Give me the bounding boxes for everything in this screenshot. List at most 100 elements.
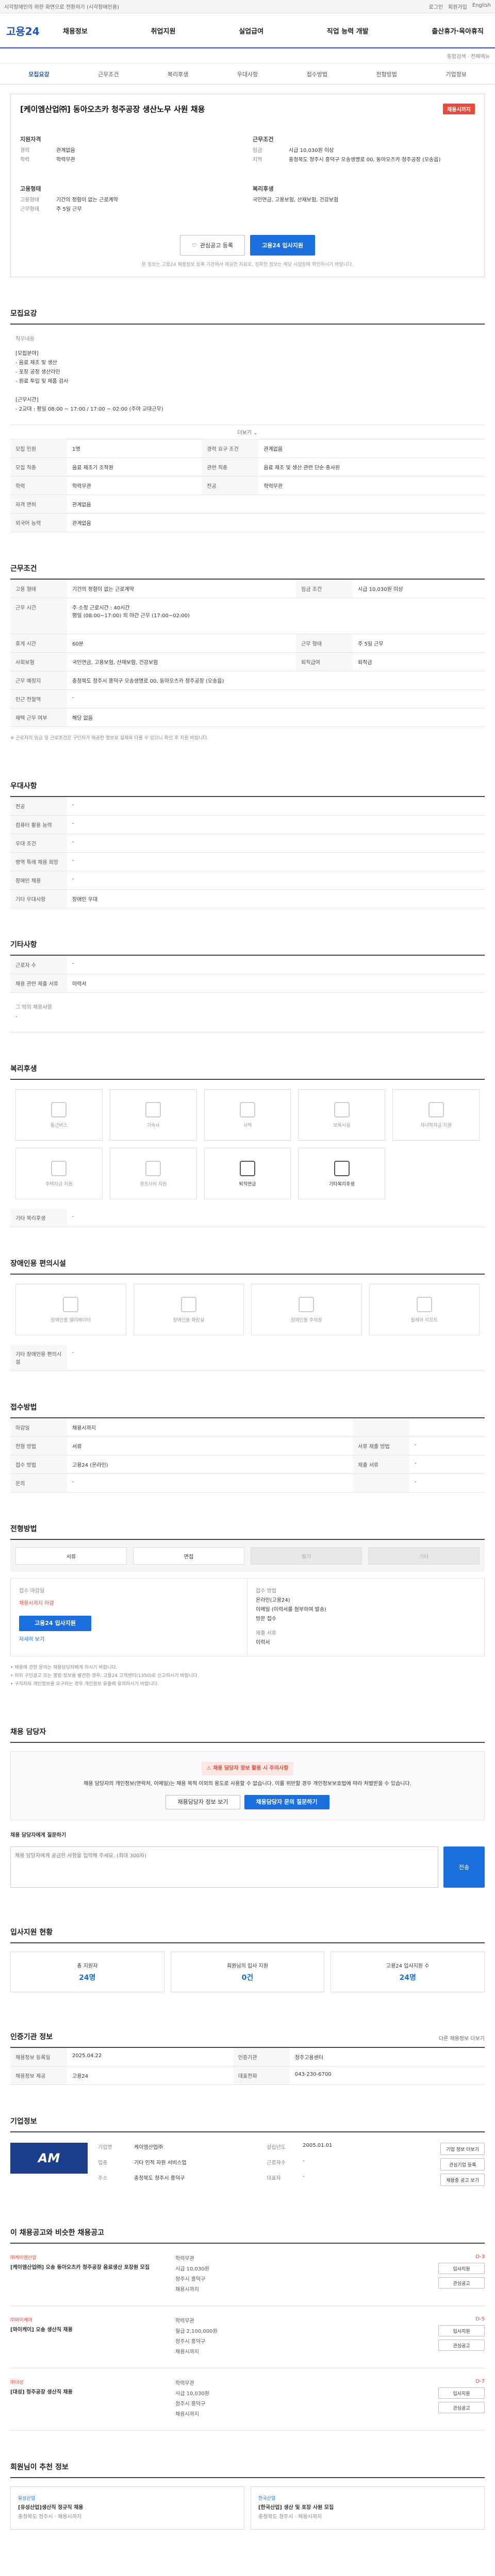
info-value: 2005.01.01 [303,2143,333,2148]
panel-apply-button[interactable]: 고용24 입사지원 [19,1616,91,1631]
nav-unemployment-benefit[interactable]: 실업급여 [239,26,263,36]
row-key: 휴게 시간 [10,634,67,653]
rec-title[interactable]: [와이케이] 오송 생산직 채용 [10,2326,165,2334]
row-value: 관계없음 [258,439,485,458]
apply-button[interactable]: 고용24 입사지원 [250,235,315,256]
section-title: 복리후생 [10,1065,37,1073]
site-logo[interactable]: 고용24 [6,23,63,38]
signup-link[interactable]: 회원가입 [448,3,467,10]
row-value: - [67,852,485,871]
inquiry-contact-button[interactable]: 채용담당자 문의 질문하기 [244,1795,329,1809]
welfare-other-table: 기타 복리후생 - [10,1209,485,1227]
row-value: 충청북도 청주시 흥덕구 오송생명로 00, 동아오츠카 청주공장 (오송읍) [67,671,485,690]
rec-apply-button[interactable]: 입사지원 [438,2325,485,2336]
rec-title[interactable]: [케이엠산업㈜] 오송 동아오츠카 청주공장 음료생산 포장원 모집 [10,2264,165,2272]
facility-label: 장애인용 엘리베이터 [51,1317,91,1323]
nav-parental-leave[interactable]: 출산휴가·육아휴직 [432,26,484,36]
rec-detail: 시급 10,030원 [175,2266,209,2272]
row-key: 자격 면허 [10,495,67,514]
tab-recruit[interactable]: 모집요강 [4,70,74,78]
rec-apply-button[interactable]: 입사지원 [438,2387,485,2399]
kv-value: 학력무관 [56,157,75,163]
welfare-label: 경조사비 지원 [139,1181,167,1187]
tab-screening[interactable]: 전형방법 [352,70,421,78]
panel-detail-link[interactable]: 자세히 보기 [19,1635,239,1645]
info-value: - [303,2174,305,2179]
nav-jobs[interactable]: 채용정보 [63,26,88,36]
company-jobs-button[interactable]: 채용중 공고 보기 [440,2174,485,2186]
conditions-heading: 근무조건 [253,136,274,143]
view-contact-button[interactable]: 채용담당자 정보 보기 [166,1795,240,1809]
section-title: 근무조건 [10,565,37,573]
nav-employment-support[interactable]: 취업지원 [151,26,176,36]
section-preference: 우대사항 전공 - 컴퓨터 활용 능력 - 우대 조건 - 병역 특례 채용 희망 - … [10,781,485,908]
row-key: 퇴직급여 [296,652,353,671]
tab-company[interactable]: 기업정보 [421,70,491,78]
desc-line: - 포장 공정 생산라인 [15,369,60,375]
search-menu-link[interactable]: 통합검색 · 전체메뉴 [447,52,490,60]
inquiry-send-button[interactable]: 전송 [443,1846,485,1888]
row-key: 전공 [202,476,259,495]
facility-label: 휠체어 리프트 [410,1317,438,1323]
welfare-grid: 통근버스 기숙사 사택 보육시설 자녀학자금 지원 주택자금 지원 경조사비 지… [10,1080,485,1209]
row-value: - [409,1436,485,1455]
language-link[interactable]: English [472,3,491,10]
company-follow-button[interactable]: 관심기업 등록 [440,2158,485,2171]
house-icon [239,1101,255,1117]
row-value: 해당 없음 [67,708,485,727]
rec-detail: 학력무관 [175,2256,194,2262]
tab-preference[interactable]: 우대사항 [213,70,283,78]
disability-grid: 장애인용 엘리베이터 장애인용 화장실 장애인용 주차장 휠체어 리프트 [10,1275,485,1345]
row-value: - [409,1473,485,1493]
welfare-item: 경조사비 지원 [109,1148,197,1199]
inquiry-textarea[interactable] [10,1846,438,1888]
row-key: 고용 형태 [10,580,67,598]
kv-key: 고용형태 [20,197,39,203]
welfare-heading: 복리후생 [253,185,274,192]
pick-card[interactable]: 유성산업 [유성산업]생산직 정규직 채용 충청북도 청주시 · 채용시까지 [10,2486,244,2530]
table-row: 접수 방법 고용24 (온라인) 제출 서류 - [10,1455,485,1474]
rec-apply-button[interactable]: 입사지원 [438,2263,485,2274]
more-toggle[interactable]: 더보기 ⌄ [10,425,485,439]
row-value: - [67,1345,485,1371]
list-item[interactable]: ㈜케이엠산업 [케이엠산업㈜] 오송 동아오츠카 청주공장 음료생산 포장원 모집… [10,2244,485,2306]
welfare-item: 보육시설 [298,1089,386,1141]
notes: • 채용에 관한 문의는 채용담당자에게 하시기 바랍니다. • 허위 구인광고… [10,1656,485,1696]
info-value: 기타 인적 자원 서비스업 [134,2160,187,2166]
tab-apply[interactable]: 접수방법 [282,70,352,78]
rec-title[interactable]: [대성] 청주공장 생산직 채용 [10,2388,165,2397]
section-conditions: 근무조건 고용 형태 기간의 정함이 없는 근로계약 임금 조건 시급 10,030원… [10,563,485,750]
row-key: 학력 [10,476,67,495]
info-value: - [303,2158,305,2164]
info-value: 케이엠산업㈜ [134,2145,163,2150]
list-item[interactable]: ㈜대성 [대성] 청주공장 생산직 채용 학력무관 시급 10,030원 청주시 흥덕… [10,2368,485,2431]
deadline-head: 접수 마감일 [19,1588,45,1594]
nav-vocational-training[interactable]: 직업 능력 개발 [327,26,369,36]
rec-scrap-button[interactable]: 관심공고 [438,2277,485,2289]
scholarship-icon [428,1101,444,1117]
tab-welfare[interactable]: 복리후생 [143,70,213,78]
extra-box: 그 밖의 채용사항 - [10,993,485,1032]
rec-detail: 채용시까지 [175,2412,199,2417]
row-value: 장애인 우대 [67,889,485,908]
tab-conditions[interactable]: 근무조건 [74,70,143,78]
list-item[interactable]: ㈜와이케이 [와이케이] 오송 생산직 채용 학력무관 월급 2,100,000원 청… [10,2306,485,2368]
table-row: 채용 관련 제출 서류 이력서 [10,974,485,993]
registration-table: 채용정보 등록일 2025.04.22 인증기관 청주고용센터 채용정보 제공 고용24… [10,2048,485,2085]
conditions-note: ※ 근로자의 임금 및 근로조건은 구인자가 제공한 정보로 실제와 다를 수 … [10,736,209,741]
welfare-label: 기숙사 [146,1123,160,1128]
method-item: 온라인(고용24) [256,1598,290,1603]
row-key: 마감일 [10,1418,67,1437]
more-jobs-link[interactable]: 다른 채용정보 더보기 [439,2034,485,2042]
warning-head: ⚠ 채용 담당자 정보 활용 시 주의사항 [201,1762,294,1775]
scrap-button[interactable]: ♡ 관심공고 등록 [180,235,245,256]
row-key: 인근 전철역 [10,689,67,708]
welfare-item: 자녀학자금 지원 [392,1089,480,1141]
login-link[interactable]: 로그인 [428,3,443,10]
accessibility-link[interactable]: 시각장애인의 위한 화면으로 전환하기 (시각장애인용) [4,3,119,10]
pick-card[interactable]: 한국산업 [한국산업] 생산 및 포장 사원 모집 충청북도 청주시 · 채용시까지 [251,2486,485,2530]
company-detail-button[interactable]: 기업 정보 더보기 [440,2143,485,2155]
rec-scrap-button[interactable]: 관심공고 [438,2340,485,2351]
rec-scrap-button[interactable]: 관심공고 [438,2402,485,2413]
stat-value: 0건 [241,1974,254,1982]
